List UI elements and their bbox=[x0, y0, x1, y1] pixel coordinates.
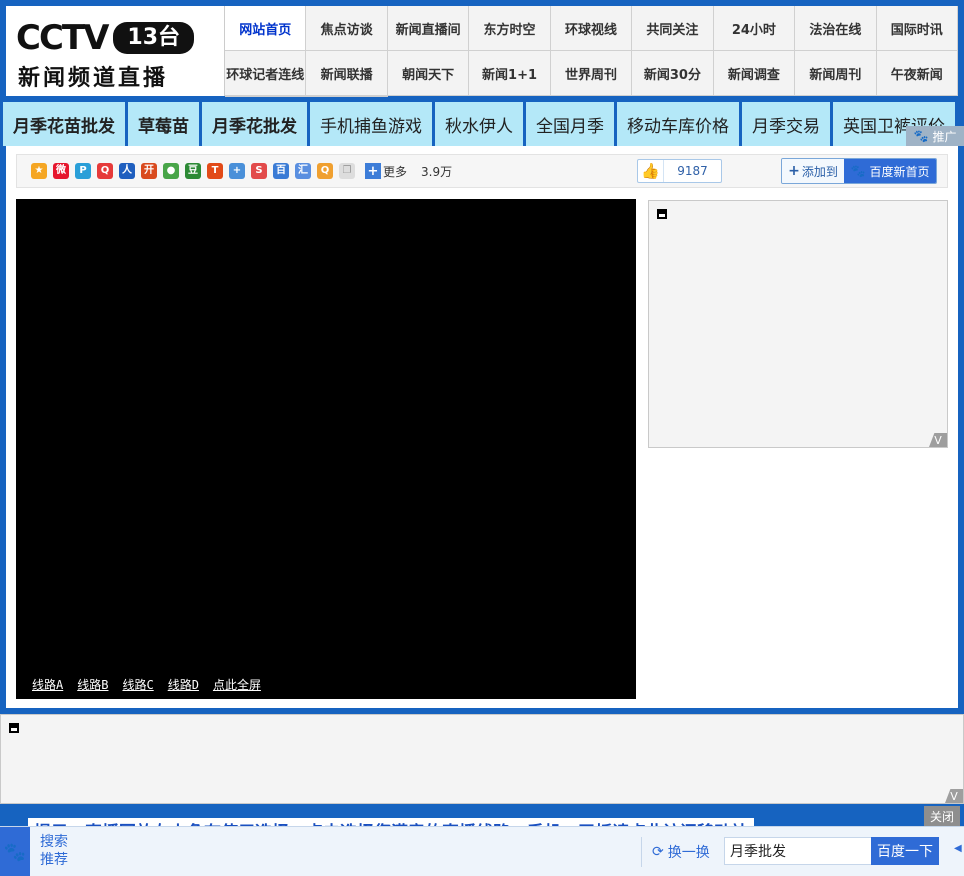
nav-item[interactable]: 共同关注 bbox=[632, 6, 714, 51]
like-count: 9187 bbox=[677, 164, 708, 178]
copy-share-icon[interactable]: ❐ bbox=[339, 163, 355, 179]
player-line-controls: 线路A 线路B 线路C 线路D 点此全屏 bbox=[32, 676, 261, 693]
refresh-icon: ⟳ bbox=[652, 844, 664, 860]
side-ad[interactable]: V bbox=[648, 200, 948, 448]
main-panel: ★ 微 P Q 人 开 ● 豆 T + S 百 汇 Q ❐ + 更多 3.9万 … bbox=[6, 146, 958, 708]
nav-item[interactable]: 焦点访谈 bbox=[306, 6, 388, 51]
add-to-label-wrap: + 添加到 bbox=[782, 159, 844, 183]
nav-item[interactable]: 新闻1+1 bbox=[469, 51, 551, 96]
refresh-label: 换一换 bbox=[667, 845, 710, 861]
line-b-link[interactable]: 线路B bbox=[77, 676, 108, 693]
promo-item[interactable]: 月季花批发 bbox=[202, 102, 307, 146]
like-button[interactable]: 👍 9187 bbox=[637, 159, 722, 183]
share-bar: ★ 微 P Q 人 开 ● 豆 T + S 百 汇 Q ❐ + 更多 3.9万 … bbox=[16, 154, 948, 188]
kaixin-share-icon[interactable]: 开 bbox=[141, 163, 157, 179]
nav-item[interactable]: 环球视线 bbox=[550, 6, 633, 51]
header: CCTV 13台 新闻频道直播 网站首页 焦点访谈 新闻直播间 东方时空 环球视线 共同关… bbox=[6, 6, 958, 97]
share-count: 3.9万 bbox=[421, 164, 453, 179]
promo-item[interactable]: 全国月季 bbox=[526, 102, 614, 146]
add-to-baidu-home-button[interactable]: + 添加到 🐾 百度新首页 bbox=[781, 158, 937, 184]
promo-tag-label: 推广 bbox=[932, 129, 957, 144]
promo-item[interactable]: 秋水伊人 bbox=[435, 102, 523, 146]
logo-channel: 13台 bbox=[113, 22, 195, 54]
baidu-search-button[interactable]: 百度一下 bbox=[871, 837, 939, 865]
page: CCTV 13台 新闻频道直播 网站首页 焦点访谈 新闻直播间 东方时空 环球视线 共同关… bbox=[0, 0, 964, 876]
tianya-share-icon[interactable]: T bbox=[207, 163, 223, 179]
baidu-home-label: 百度新首页 bbox=[869, 164, 930, 179]
nav-item[interactable]: 世界周刊 bbox=[550, 51, 633, 96]
baidu-home-label-wrap: 🐾 百度新首页 bbox=[844, 159, 936, 183]
baidu-paw-icon: 🐾 bbox=[913, 129, 929, 143]
qzone-share-icon[interactable]: ★ bbox=[31, 163, 47, 179]
promo-bar: 月季花苗批发 草莓苗 月季花批发 手机捕鱼游戏 秋水伊人 全国月季 移动车库价格 月季交易 英国… bbox=[0, 102, 964, 146]
promo-tag: 🐾 推广 bbox=[906, 126, 964, 146]
baidu-paw-icon: 🐾 bbox=[850, 164, 866, 178]
top-nav: 网站首页 焦点访谈 新闻直播间 东方时空 环球视线 共同关注 24小时 法治在线 国际时讯环球记… bbox=[224, 6, 958, 97]
wechat-share-icon[interactable]: ● bbox=[163, 163, 179, 179]
bottom-ad[interactable]: V bbox=[0, 714, 964, 804]
renren-share-icon[interactable]: 人 bbox=[119, 163, 135, 179]
promo-item[interactable]: 手机捕鱼游戏 bbox=[310, 102, 432, 146]
baidu-search-bar: 🐾 搜索 推荐 ⟳ 换一换 百度一下 ◀ bbox=[0, 826, 964, 876]
tieba-share-icon[interactable]: + bbox=[229, 163, 245, 179]
nav-item[interactable]: 法治在线 bbox=[795, 6, 877, 51]
line-d-link[interactable]: 线路D bbox=[168, 676, 199, 693]
pengyou-share-icon[interactable]: P bbox=[75, 163, 91, 179]
collapse-arrow-icon[interactable]: ◀ bbox=[954, 843, 962, 854]
promo-item[interactable]: 移动车库价格 bbox=[617, 102, 739, 146]
nav-item[interactable]: 东方时空 bbox=[469, 6, 551, 51]
more-share-label[interactable]: 更多 bbox=[383, 163, 407, 180]
promo-item[interactable]: 月季花苗批发 bbox=[3, 102, 125, 146]
line-c-link[interactable]: 线路C bbox=[122, 676, 153, 693]
thumbs-up-icon: 👍 bbox=[638, 160, 664, 182]
nav-item[interactable]: 环球记者连线 bbox=[225, 51, 307, 96]
add-to-label: 添加到 bbox=[801, 164, 838, 179]
tencent-weibo-share-icon[interactable]: Q bbox=[97, 163, 113, 179]
nav-item[interactable]: 24小时 bbox=[713, 6, 796, 51]
nav-item[interactable]: 国际时讯 bbox=[876, 6, 958, 51]
nav-item[interactable]: 面对面 bbox=[225, 96, 307, 97]
nav-item[interactable]: 新闻周刊 bbox=[795, 51, 877, 96]
nav-item[interactable]: 网站首页 bbox=[225, 6, 307, 51]
divider bbox=[641, 837, 642, 867]
logo-subtitle: 新闻频道直播 bbox=[18, 66, 169, 91]
baidu-paw-icon[interactable]: 🐾 bbox=[0, 827, 30, 876]
sohu-share-icon[interactable]: S bbox=[251, 163, 267, 179]
nav-item[interactable]: 午夜新闻 bbox=[876, 51, 958, 96]
weibo-share-icon[interactable]: 微 bbox=[53, 163, 69, 179]
plus-icon: + bbox=[788, 163, 800, 179]
video-player[interactable]: 线路A 线路B 线路C 线路D 点此全屏 bbox=[16, 199, 636, 699]
nav-item[interactable]: 每周质量报告 bbox=[306, 96, 388, 97]
qq-share-icon[interactable]: Q bbox=[317, 163, 333, 179]
search-input[interactable] bbox=[724, 837, 872, 865]
nav-item[interactable]: 朝闻天下 bbox=[387, 51, 470, 96]
ad-v-badge: V bbox=[929, 433, 947, 447]
baidu-share-icon[interactable]: 百 bbox=[273, 163, 289, 179]
douban-share-icon[interactable]: 豆 bbox=[185, 163, 201, 179]
fullscreen-link[interactable]: 点此全屏 bbox=[213, 676, 261, 693]
search-recommend-label: 搜索 推荐 bbox=[40, 834, 68, 868]
line-a-link[interactable]: 线路A bbox=[32, 676, 63, 693]
nav-item[interactable]: 新闻30分 bbox=[632, 51, 714, 96]
nav-item[interactable]: 新闻联播 bbox=[306, 51, 388, 96]
promo-item[interactable]: 草莓苗 bbox=[128, 102, 199, 146]
close-button[interactable]: 关闭 bbox=[924, 806, 960, 826]
cctv13-logo[interactable]: CCTV 13台 新闻频道直播 bbox=[6, 6, 224, 96]
logo-brand: CCTV bbox=[16, 18, 109, 58]
ad-mark-icon bbox=[657, 209, 667, 219]
refresh-button[interactable]: ⟳ 换一换 bbox=[652, 842, 710, 862]
ad-v-badge: V bbox=[945, 789, 963, 803]
hi-share-icon[interactable]: 汇 bbox=[295, 163, 311, 179]
ad-mark-icon bbox=[9, 723, 19, 733]
nav-item[interactable]: 新闻直播间 bbox=[387, 6, 470, 51]
nav-item[interactable]: 新闻调查 bbox=[713, 51, 796, 96]
promo-item[interactable]: 月季交易 bbox=[742, 102, 830, 146]
more-share-icon[interactable]: + bbox=[365, 163, 381, 179]
